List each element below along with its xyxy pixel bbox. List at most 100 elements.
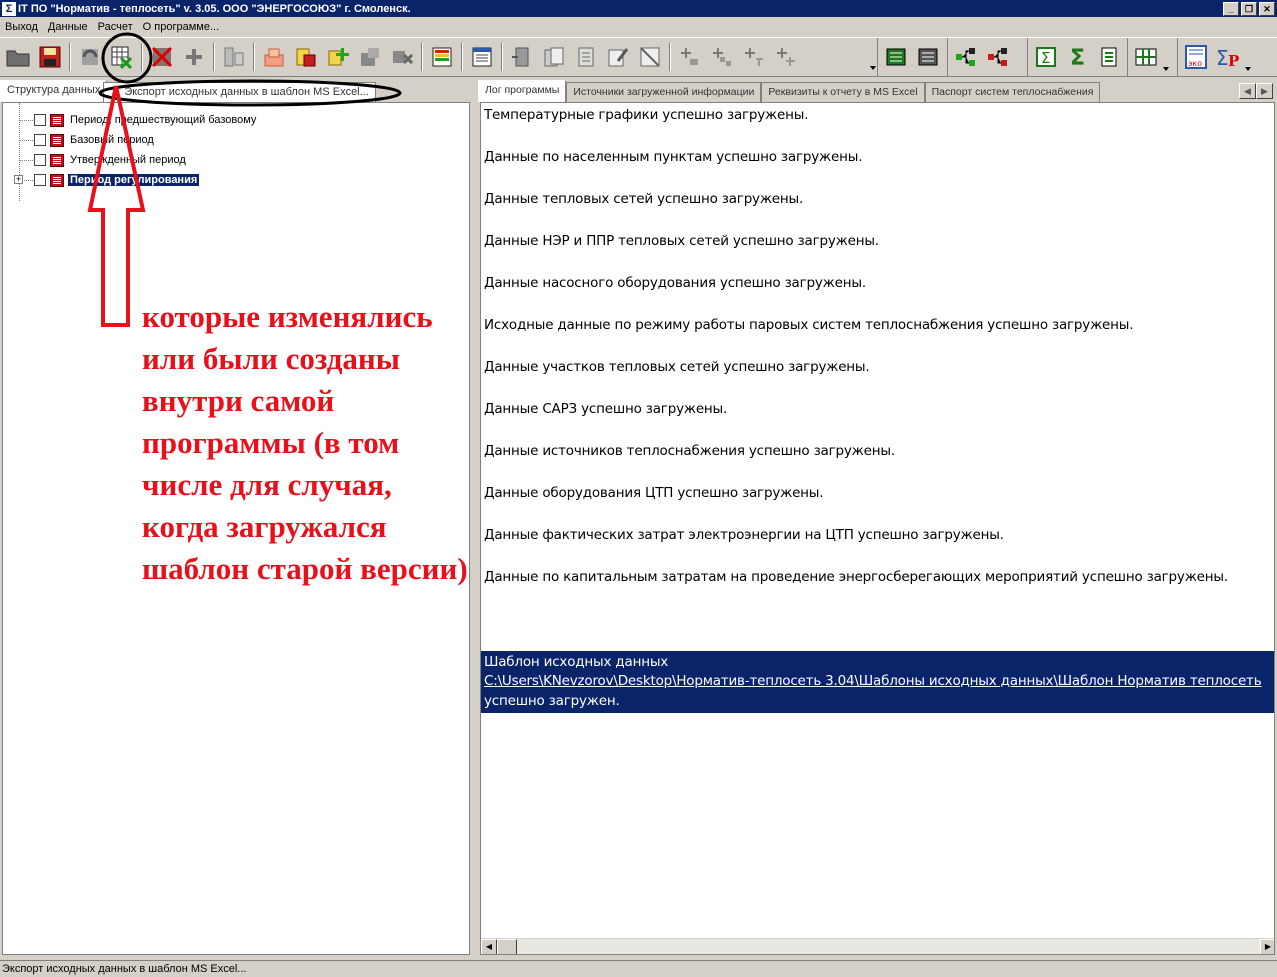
log-line: Исходные данные по режиму работы паровых…	[484, 317, 1134, 333]
tree-item[interactable]: Утвержденный период	[34, 151, 188, 169]
tab-scroll-controls: ◀ ▶	[1239, 83, 1273, 99]
sum-doc-icon[interactable]: Σ	[1031, 42, 1061, 72]
sigma-p-icon[interactable]: ΣP	[1213, 42, 1243, 72]
log-line: Данные по капитальным затратам на провед…	[484, 569, 1228, 585]
add-green-icon[interactable]	[323, 42, 353, 72]
tab-heat-passport[interactable]: Паспорт систем теплоснабжения	[924, 82, 1101, 102]
book-icon	[50, 153, 64, 167]
add-nodes-icon[interactable]	[707, 42, 737, 72]
chart-bars-icon[interactable]	[427, 42, 457, 72]
report-icon[interactable]	[1094, 42, 1124, 72]
tree-checkbox[interactable]	[34, 154, 46, 166]
svg-text:Σ: Σ	[1216, 46, 1229, 70]
log-highlight-block: Шаблон исходных данных C:\Users\KNevzoro…	[481, 651, 1274, 713]
toolbar-sum-group: Σ Σ	[1028, 38, 1128, 76]
close-button[interactable]: ✕	[1259, 1, 1275, 16]
log-highlight-title: Шаблон исходных данных	[484, 654, 669, 670]
scroll-right-icon[interactable]: ▶	[1260, 939, 1274, 954]
log-line: Данные оборудования ЦТП успешно загружен…	[484, 485, 824, 501]
log-line: Данные САРЗ успешно загружены.	[484, 401, 728, 417]
left-tabs: Структура данных Экспорт исходных данных…	[0, 80, 472, 102]
menu-data[interactable]: Данные	[43, 21, 93, 33]
scroll-left-icon[interactable]: ◀	[481, 939, 497, 954]
tab-program-log[interactable]: Лог программы	[478, 80, 567, 102]
tab-next-icon[interactable]: ▶	[1256, 83, 1273, 99]
svg-text:эко: эко	[1188, 59, 1202, 68]
open-folder-icon[interactable]	[3, 42, 33, 72]
log-line: Данные тепловых сетей успешно загружены.	[484, 191, 804, 207]
svg-text:P: P	[1228, 52, 1239, 70]
docs-icon[interactable]	[539, 42, 569, 72]
tree-item-label: Период, предшествующий базовому	[70, 114, 257, 126]
tree-item-label: Базовый период	[70, 134, 154, 146]
delete-grid-icon[interactable]	[147, 42, 177, 72]
toolbar-tree-group	[948, 38, 1028, 76]
tree-checkbox[interactable]	[34, 174, 46, 186]
export-excel-icon[interactable]	[107, 42, 137, 72]
log-line: Данные НЭР и ППР тепловых сетей успешно …	[484, 233, 879, 249]
tree-item-selected[interactable]: Период регулирования	[34, 171, 200, 189]
toolbar-overflow-chevron-3[interactable]	[1244, 39, 1252, 75]
tab-info-sources[interactable]: Источники загруженной информации	[566, 82, 762, 102]
edit-doc-icon[interactable]	[603, 42, 633, 72]
docs-lines-icon[interactable]	[571, 42, 601, 72]
calc-db-icon[interactable]	[881, 42, 911, 72]
toolbar-calc-group	[878, 38, 948, 76]
menu-about[interactable]: О программе...	[138, 21, 224, 33]
add-cross-icon[interactable]	[739, 42, 769, 72]
import-db-icon[interactable]	[291, 42, 321, 72]
right-panel: Лог программы Источники загруженной инфо…	[478, 80, 1277, 957]
minimize-button[interactable]: _	[1223, 1, 1239, 16]
sigma-icon[interactable]: Σ	[1063, 42, 1093, 72]
merge-docs-icon[interactable]	[507, 42, 537, 72]
tab-report-details[interactable]: Реквизиты к отчету в MS Excel	[761, 82, 925, 102]
menu-exit[interactable]: Выход	[0, 21, 43, 33]
toolbar-overflow-chevron[interactable]	[869, 38, 877, 74]
tree-red-icon[interactable]	[983, 42, 1013, 72]
horizontal-scrollbar[interactable]: ◀ ▶	[481, 938, 1274, 954]
book-icon	[50, 133, 64, 147]
toolbar-report-group: эко ΣP	[1178, 38, 1268, 76]
tab-prev-icon[interactable]: ◀	[1239, 83, 1256, 99]
tab-data-structure[interactable]: Структура данных	[0, 80, 108, 102]
tree-item[interactable]: Период, предшествующий базовому	[34, 111, 258, 129]
menu-calc[interactable]: Расчет	[93, 21, 138, 33]
tree-green-icon[interactable]	[951, 42, 981, 72]
app-sigma-icon: Σ	[2, 1, 16, 16]
tree-expand-icon[interactable]: +	[14, 175, 23, 184]
application-window: Σ IT ПО "Норматив - теплосеть" v. 3.05. …	[0, 0, 1277, 977]
tree-item[interactable]: Базовый период	[34, 131, 156, 149]
refresh-icon[interactable]	[75, 42, 105, 72]
calc-db2-icon[interactable]	[913, 42, 943, 72]
window-title: IT ПО "Норматив - теплосеть" v. 3.05. ОО…	[18, 2, 411, 15]
add-branch-icon[interactable]	[771, 42, 801, 72]
move-icon[interactable]	[355, 42, 385, 72]
copy-structure-icon[interactable]	[219, 42, 249, 72]
add-node-icon[interactable]	[675, 42, 705, 72]
add-icon[interactable]	[179, 42, 209, 72]
remove-icon[interactable]	[387, 42, 417, 72]
log-line: Данные участков тепловых сетей успешно з…	[484, 359, 870, 375]
eco-report-icon[interactable]: эко	[1181, 42, 1211, 72]
grid-view-icon[interactable]	[1131, 42, 1161, 72]
book-icon	[50, 113, 64, 127]
template-path-link[interactable]: C:\Users\KNevzorov\Desktop\Норматив-тепл…	[484, 673, 1262, 689]
toolbar-overflow-chevron-2[interactable]	[1162, 39, 1170, 75]
save-icon[interactable]	[35, 42, 65, 72]
tree-checkbox[interactable]	[34, 114, 46, 126]
svg-text:Σ: Σ	[1070, 46, 1085, 69]
log-line: Данные по населенным пунктам успешно заг…	[484, 149, 863, 165]
book-icon	[50, 173, 64, 187]
log-line: Температурные графики успешно загружены.	[484, 107, 809, 123]
copy-boxes-icon[interactable]	[259, 42, 289, 72]
scroll-thumb[interactable]	[497, 939, 517, 954]
title-bar: Σ IT ПО "Норматив - теплосеть" v. 3.05. …	[0, 0, 1277, 17]
menu-bar: Выход Данные Расчет О программе...	[0, 17, 1277, 37]
tab-export-excel[interactable]: Экспорт исходных данных в шаблон MS Exce…	[103, 82, 376, 102]
list-icon[interactable]	[467, 42, 497, 72]
restore-button[interactable]: ❐	[1241, 1, 1257, 16]
tree-checkbox[interactable]	[34, 134, 46, 146]
status-bar: Экспорт исходных данных в шаблон MS Exce…	[0, 960, 1277, 977]
cancel-doc-icon[interactable]	[635, 42, 665, 72]
tree-item-label: Период регулирования	[68, 174, 200, 186]
